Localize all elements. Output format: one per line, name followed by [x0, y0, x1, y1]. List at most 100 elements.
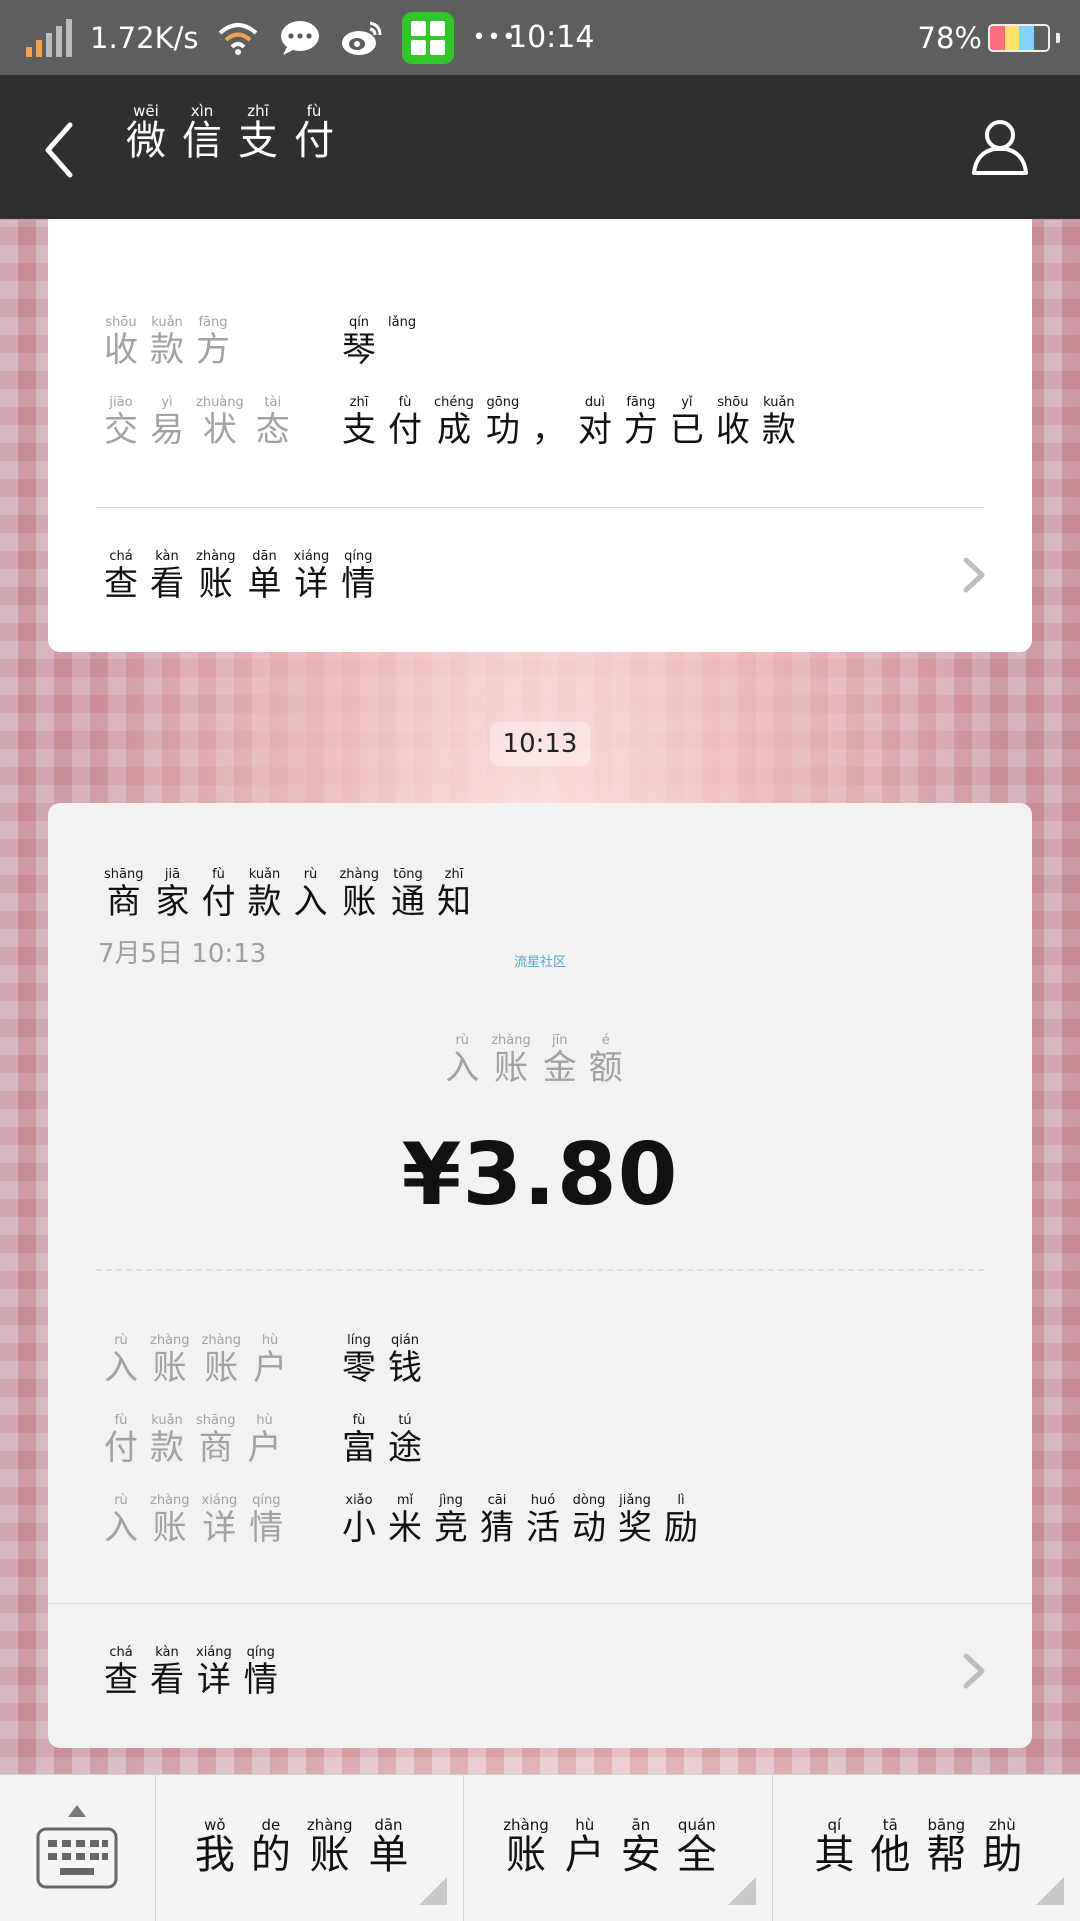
- amount-value: ¥3.80: [401, 1125, 679, 1225]
- ruby-char: duì 对: [578, 395, 612, 451]
- ruby-char: ān 安: [621, 1817, 661, 1879]
- wifi-icon: [216, 16, 260, 60]
- ruby-char: zhàng 账: [202, 1333, 242, 1389]
- ruby-char: zhàng 账: [150, 1493, 190, 1549]
- hanzi: 琴: [342, 330, 376, 370]
- hanzi: 款: [150, 330, 184, 370]
- submenu-indicator-icon: [419, 1877, 448, 1905]
- keyboard-toggle-button[interactable]: [0, 1775, 156, 1921]
- hanzi: 入: [104, 1508, 138, 1548]
- hanzi: 其: [814, 1832, 855, 1878]
- ruby-char: zhuàng 状: [196, 395, 244, 451]
- menu-account-security[interactable]: zhàng 账 hù 户 ān 安 quán 全: [464, 1775, 773, 1921]
- hanzi: 商: [106, 882, 141, 922]
- ruby-char: zhàng 账: [491, 1033, 531, 1089]
- back-button[interactable]: [36, 115, 96, 185]
- hanzi: 查: [104, 564, 138, 604]
- submenu-indicator-icon: [727, 1877, 756, 1905]
- hanzi: 付: [388, 410, 422, 450]
- hanzi: 钱: [388, 1348, 422, 1388]
- hanzi: 家: [155, 882, 190, 922]
- hanzi: 米: [388, 1508, 422, 1548]
- ruby-char: hù 户: [565, 1817, 605, 1879]
- ruby-char: jiā 家: [155, 867, 189, 923]
- hanzi: 富: [342, 1428, 376, 1468]
- hanzi: 单: [368, 1832, 409, 1878]
- ruby-char: rù 入: [104, 1333, 138, 1389]
- hanzi: 微: [126, 118, 166, 164]
- hanzi: 已: [669, 410, 704, 450]
- profile-button[interactable]: [968, 115, 1032, 179]
- amount-label-wrap: rù 入 zhàng 账 jīn 金 é 额: [48, 1029, 1032, 1089]
- ruby-char: wǒ 我: [195, 1817, 235, 1879]
- ruby-char: chá 查: [104, 1645, 138, 1701]
- ruby-char: fāng 方: [196, 315, 230, 371]
- hanzi: ，: [531, 410, 566, 450]
- merchant-notification-card[interactable]: shāng 商 jiā 家 fù 付 kuǎn 款 rù 入 zhàng 账 tōng 通 zhī 知 7月5…: [48, 803, 1032, 1748]
- ruby-char: zhī 支: [342, 395, 376, 451]
- hanzi: 账: [198, 564, 233, 604]
- menu-my-bills[interactable]: wǒ 我 de 的 zhàng 账 dān 单: [156, 1775, 465, 1921]
- ruby-char: fù 付: [388, 395, 422, 451]
- ruby-char: hù 户: [253, 1333, 287, 1389]
- ruby-char: tú 途: [388, 1413, 422, 1469]
- ruby-char: zhù 助: [982, 1817, 1022, 1879]
- ruby-char: dān 单: [248, 549, 282, 605]
- ruby-char: qíng 情: [341, 549, 375, 605]
- detail-value: fù 富 tú 途: [342, 1413, 434, 1469]
- hanzi: 易: [150, 410, 184, 450]
- view-details-label: chá 查 kàn 看 xiáng 详 qíng 情: [104, 1645, 290, 1701]
- ruby-char: huó 活: [526, 1493, 560, 1549]
- hanzi: 收: [715, 410, 750, 450]
- ruby-char: gōng 功: [486, 395, 520, 451]
- hanzi: 款: [150, 1428, 184, 1468]
- ruby-char: rù 入: [293, 867, 327, 923]
- hanzi: 活: [526, 1508, 560, 1548]
- menu-other-help[interactable]: qí 其 tā 他 bāng 帮 zhù 助: [773, 1775, 1080, 1921]
- ruby-char: qíng 情: [244, 1645, 278, 1701]
- hanzi: 功: [485, 410, 520, 450]
- divider: [96, 507, 984, 508]
- chevron-left-icon: [45, 122, 73, 178]
- ruby-char: jiǎng 奖: [618, 1493, 652, 1549]
- hanzi: [397, 329, 408, 371]
- hanzi: 户: [253, 1348, 288, 1388]
- ruby-char: qián 钱: [388, 1333, 422, 1389]
- hanzi: 商: [198, 1428, 233, 1468]
- menu-label: qí 其 tā 他 bāng 帮 zhù 助: [814, 1817, 1038, 1879]
- ruby-char: kuǎn 款: [247, 867, 281, 923]
- hanzi: 成: [436, 410, 471, 450]
- hanzi: 看: [150, 1660, 184, 1700]
- hanzi: 小: [342, 1508, 376, 1548]
- hanzi: 户: [247, 1428, 282, 1468]
- hanzi: 账: [494, 1048, 528, 1088]
- ruby-char: shōu 收: [104, 315, 138, 371]
- hanzi: 情: [243, 1660, 278, 1700]
- divider: [48, 1603, 1032, 1604]
- hanzi: 支: [238, 118, 278, 164]
- view-bill-details-link[interactable]: chá 查 kàn 看 zhàng 账 dān 单 xiáng 详 qíng 情: [104, 549, 387, 605]
- ruby-char: zhàng 账: [150, 1333, 190, 1389]
- ruby-char: zhàng 账: [307, 1817, 353, 1879]
- hanzi: 账: [309, 1832, 350, 1878]
- ruby-char: líng 零: [342, 1333, 376, 1389]
- ruby-char: ，: [532, 395, 566, 451]
- hanzi: 付: [201, 882, 236, 922]
- ruby-char: chéng 成: [434, 395, 474, 451]
- ruby-char: lì 励: [664, 1493, 698, 1549]
- ruby-char: mǐ 米: [388, 1493, 422, 1549]
- submenu-indicator-icon: [1035, 1877, 1064, 1905]
- view-details-link[interactable]: chá 查 kàn 看 xiáng 详 qíng 情: [104, 1645, 290, 1701]
- hanzi: 他: [870, 1832, 911, 1878]
- hanzi: 详: [202, 1508, 237, 1548]
- hanzi: 单: [247, 564, 282, 604]
- ruby-char: shōu 收: [716, 395, 750, 451]
- payee-label: shōu 收 kuǎn 款 fāng 方: [104, 315, 342, 371]
- hanzi: 帮: [926, 1832, 967, 1878]
- chevron-right-icon: [963, 557, 985, 593]
- detail-row: rù 入 zhàng 账 zhàng 账 hù 户 líng 零 qián 钱: [104, 1333, 434, 1389]
- hanzi: 账: [505, 1832, 546, 1878]
- ruby-char: wēi 微: [126, 103, 166, 165]
- ruby-char: xìn 信: [182, 103, 222, 165]
- detail-row: fù 付 kuǎn 款 shāng 商 hù 户 fù 富 tú 途: [104, 1413, 434, 1469]
